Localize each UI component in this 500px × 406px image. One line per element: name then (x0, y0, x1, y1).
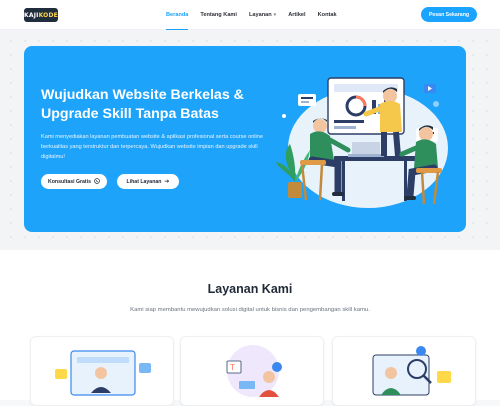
view-services-button[interactable]: Lihat Layanan ➔ (117, 174, 179, 189)
nav-item-layanan[interactable]: Layanan ▾ (243, 0, 282, 30)
main-nav: Beranda Tentang Kami Layanan ▾ Artikel Ko… (160, 0, 343, 30)
free-consultation-label: Konsultasi Gratis (48, 178, 91, 185)
view-services-label: Lihat Layanan (126, 178, 162, 185)
hero-background: Wujudkan Website Berkelas & Upgrade Skil… (0, 30, 500, 250)
hero-description: Kami menyediakan layanan pembuatan websi… (41, 134, 264, 160)
hero-title: Wujudkan Website Berkelas & Upgrade Skil… (41, 87, 244, 122)
nav-item-kontak[interactable]: Kontak (312, 0, 343, 30)
service-card-consulting[interactable] (332, 336, 476, 406)
arrow-right-icon: ➔ (164, 178, 170, 185)
hero-banner: Wujudkan Website Berkelas & Upgrade Skil… (24, 46, 466, 232)
logo-text: KAJI (24, 11, 39, 19)
service-card-design[interactable]: T (180, 336, 324, 406)
nav-item-layanan-label: Layanan (248, 12, 272, 18)
nav-item-tentang-kami[interactable]: Tentang Kami (194, 0, 243, 30)
brand-logo[interactable]: KAJI KODE (24, 8, 58, 22)
logo-accent-text: KODE (38, 11, 58, 19)
svg-text:T: T (229, 363, 235, 372)
design-course-illustration: T (226, 345, 282, 397)
services-title: Layanan Kami (207, 282, 293, 296)
hero-illustration (276, 77, 448, 208)
chevron-down-icon: ▾ (273, 12, 277, 18)
web-development-illustration (55, 350, 151, 396)
nav-item-beranda[interactable]: Beranda (160, 0, 194, 30)
consulting-illustration (372, 346, 451, 396)
nav-item-artikel[interactable]: Artikel (282, 0, 311, 30)
services-subtitle: Kami siap membantu mewujudkan solusi dig… (130, 307, 370, 313)
order-now-button[interactable]: Pesan Sekarang (421, 7, 477, 22)
whatsapp-icon (94, 177, 100, 186)
free-consultation-button[interactable]: Konsultasi Gratis (41, 174, 107, 189)
service-card-web[interactable] (30, 336, 174, 406)
services-section: Layanan Kami Kami siap membantu mewujudk… (0, 250, 500, 406)
site-header: KAJI KODE Beranda Tentang Kami Layanan ▾ A… (0, 0, 500, 30)
